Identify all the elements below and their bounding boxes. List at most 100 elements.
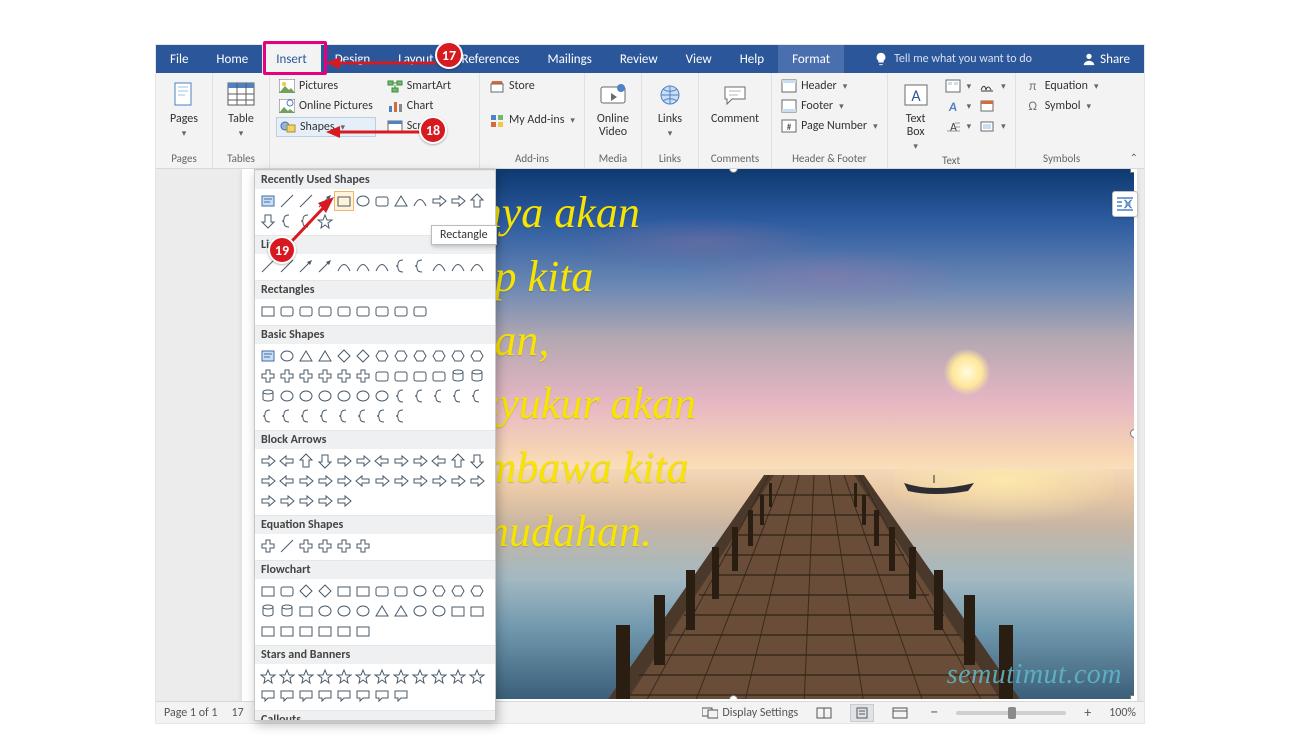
shape-plus[interactable] bbox=[316, 367, 334, 385]
pictures-button[interactable]: Pictures bbox=[276, 77, 376, 95]
shape-star[interactable] bbox=[468, 667, 486, 685]
shape-hex[interactable] bbox=[392, 347, 410, 365]
shape-darrow[interactable] bbox=[468, 452, 486, 470]
page-number-button[interactable]: #Page Number▾ bbox=[778, 117, 881, 135]
shape-star[interactable] bbox=[392, 667, 410, 685]
symbol-button[interactable]: ΩSymbol▾ bbox=[1022, 97, 1102, 115]
shape-rarrow[interactable] bbox=[259, 472, 277, 490]
shape-larrow[interactable] bbox=[373, 452, 391, 470]
shape-tri[interactable] bbox=[316, 347, 334, 365]
shape-plus[interactable] bbox=[278, 367, 296, 385]
shape-brace[interactable] bbox=[335, 407, 353, 425]
shape-rarrow[interactable] bbox=[411, 452, 429, 470]
tab-file[interactable]: File bbox=[156, 45, 202, 73]
equation-button[interactable]: πEquation▾ bbox=[1022, 77, 1102, 95]
shape-rrect[interactable] bbox=[335, 302, 353, 320]
shape-curve[interactable] bbox=[373, 257, 391, 275]
tab-home[interactable]: Home bbox=[202, 45, 262, 73]
shape-tri[interactable] bbox=[392, 602, 410, 620]
shape-uarrow[interactable] bbox=[297, 452, 315, 470]
footer-button[interactable]: Footer▾ bbox=[778, 97, 881, 115]
shape-plus[interactable] bbox=[335, 537, 353, 555]
header-button[interactable]: Header▾ bbox=[778, 77, 881, 95]
shape-brace[interactable] bbox=[373, 407, 391, 425]
shape-rarrow[interactable] bbox=[392, 452, 410, 470]
chart-button[interactable]: Chart bbox=[384, 97, 454, 115]
shape-hex[interactable] bbox=[373, 347, 391, 365]
shape-plus[interactable] bbox=[297, 367, 315, 385]
object-button[interactable]: ▾ bbox=[976, 117, 1009, 135]
shape-star[interactable] bbox=[335, 667, 353, 685]
shape-rrect[interactable] bbox=[278, 302, 296, 320]
shape-plus[interactable] bbox=[259, 367, 277, 385]
shape-rarrow[interactable] bbox=[335, 452, 353, 470]
print-layout-button[interactable] bbox=[850, 704, 874, 722]
shape-rarrow[interactable] bbox=[449, 192, 467, 210]
shape-rrect[interactable] bbox=[278, 582, 296, 600]
shape-rect[interactable] bbox=[278, 622, 296, 640]
shape-rrect[interactable] bbox=[392, 302, 410, 320]
shape-arrow[interactable] bbox=[297, 257, 315, 275]
shape-plus[interactable] bbox=[316, 537, 334, 555]
shape-rrect[interactable] bbox=[411, 367, 429, 385]
shape-rrect[interactable] bbox=[430, 367, 448, 385]
tab-insert[interactable]: Insert bbox=[262, 45, 321, 73]
shape-brace[interactable] bbox=[392, 387, 410, 405]
shape-hex[interactable] bbox=[449, 582, 467, 600]
shape-cyl[interactable] bbox=[259, 387, 277, 405]
shape-hex[interactable] bbox=[430, 582, 448, 600]
shape-rarrow[interactable] bbox=[392, 472, 410, 490]
shape-rrect[interactable] bbox=[373, 192, 391, 210]
shape-oval[interactable] bbox=[354, 602, 372, 620]
shape-brace[interactable] bbox=[354, 407, 372, 425]
shape-rarrow[interactable] bbox=[297, 492, 315, 510]
shape-cyl[interactable] bbox=[259, 602, 277, 620]
tab-view[interactable]: View bbox=[672, 45, 726, 73]
shape-brace[interactable] bbox=[278, 407, 296, 425]
shape-brace[interactable] bbox=[392, 407, 410, 425]
shape-textbox[interactable] bbox=[259, 192, 277, 210]
shape-brace[interactable] bbox=[316, 407, 334, 425]
shape-plus[interactable] bbox=[354, 367, 372, 385]
shape-arrow[interactable] bbox=[316, 257, 334, 275]
quick-parts-button[interactable]: ▾ bbox=[942, 77, 975, 95]
shape-hex[interactable] bbox=[468, 347, 486, 365]
shape-curve[interactable] bbox=[449, 257, 467, 275]
shape-oval[interactable] bbox=[278, 347, 296, 365]
shape-curve[interactable] bbox=[354, 257, 372, 275]
shape-rarrow[interactable] bbox=[354, 452, 372, 470]
shape-brace[interactable] bbox=[430, 387, 448, 405]
zoom-out-button[interactable]: − bbox=[926, 707, 942, 719]
shape-oval[interactable] bbox=[354, 192, 372, 210]
shape-brace[interactable] bbox=[468, 387, 486, 405]
tab-mailings[interactable]: Mailings bbox=[534, 45, 606, 73]
web-layout-button[interactable] bbox=[888, 704, 912, 722]
shape-rarrow[interactable] bbox=[278, 492, 296, 510]
shape-oval[interactable] bbox=[411, 602, 429, 620]
shape-diam[interactable] bbox=[316, 582, 334, 600]
shape-plus[interactable] bbox=[354, 537, 372, 555]
shape-rect[interactable] bbox=[297, 622, 315, 640]
shape-rarrow[interactable] bbox=[259, 452, 277, 470]
shape-rarrow[interactable] bbox=[430, 192, 448, 210]
shape-curve[interactable] bbox=[430, 257, 448, 275]
shape-rect[interactable] bbox=[335, 192, 353, 210]
table-button[interactable]: Table ▾ bbox=[219, 75, 263, 139]
online-pictures-button[interactable]: Online Pictures bbox=[276, 97, 376, 115]
shape-uarrow[interactable] bbox=[449, 452, 467, 470]
shape-darrow[interactable] bbox=[259, 212, 277, 230]
tab-help[interactable]: Help bbox=[726, 45, 778, 73]
shape-rarrow[interactable] bbox=[316, 492, 334, 510]
shape-oval[interactable] bbox=[316, 387, 334, 405]
layout-options-button[interactable] bbox=[1112, 191, 1138, 217]
zoom-in-button[interactable]: + bbox=[1080, 704, 1095, 721]
shape-callout[interactable] bbox=[278, 687, 296, 705]
zoom-slider[interactable] bbox=[956, 711, 1066, 715]
shape-callout[interactable] bbox=[259, 687, 277, 705]
zoom-level[interactable]: 100% bbox=[1109, 706, 1136, 720]
shape-star[interactable] bbox=[411, 667, 429, 685]
store-button[interactable]: Store bbox=[486, 77, 578, 95]
shape-uarrow[interactable] bbox=[468, 192, 486, 210]
my-addins-button[interactable]: My Add-ins▾ bbox=[486, 111, 578, 129]
collapse-ribbon-icon[interactable]: ⌃ bbox=[1130, 151, 1138, 164]
